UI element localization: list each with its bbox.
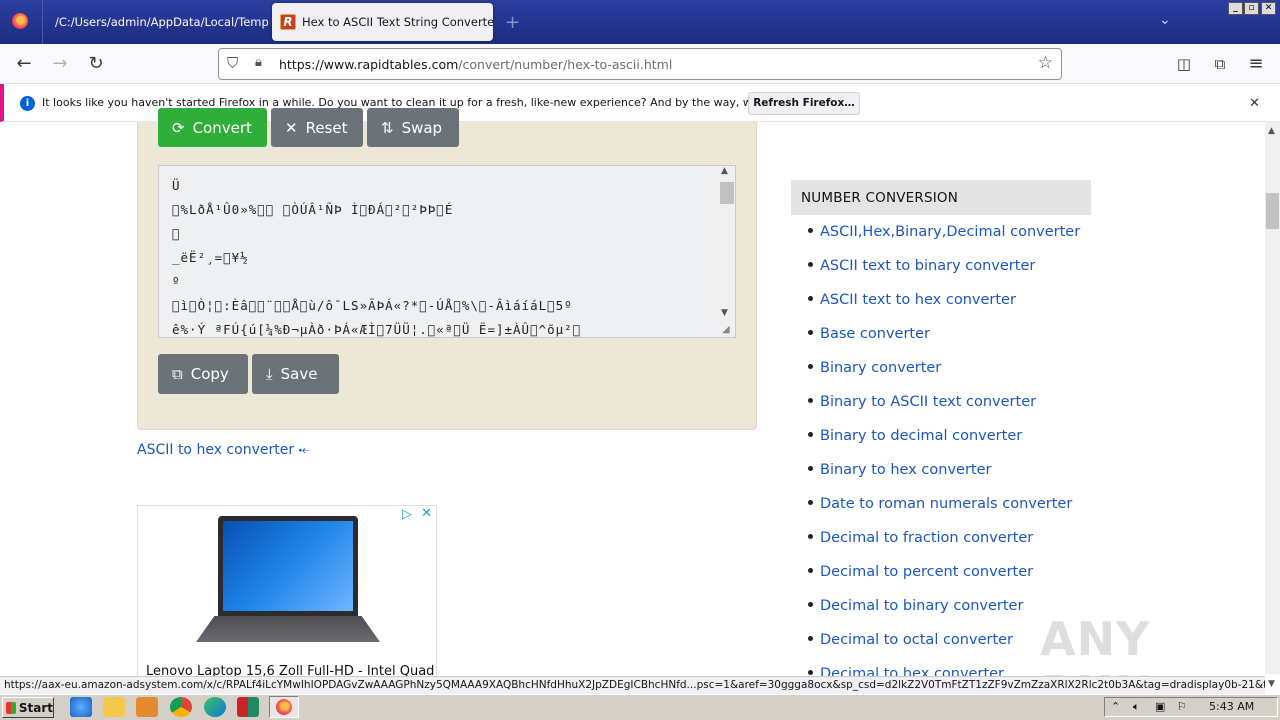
output-line:   [172,226,181,241]
app-menu-icon[interactable]: ≡ [1244,52,1268,76]
minimize-button[interactable]: _ [1228,2,1243,15]
page-scroll-up-icon[interactable]: ▲ [1268,126,1275,136]
url-bar[interactable]: ⛉ 🔒︎ https://www.rapidtables.com/convert… [218,48,1062,80]
taskbar [0,694,1280,720]
sidebar-link[interactable]: ASCII text to hex converter [808,292,1016,308]
tab-title: /C:/Users/admin/AppData/Local/Temp/f [55,15,268,29]
winrar-icon[interactable] [237,697,259,717]
sidebar-link[interactable]: Decimal to fraction converter [808,530,1033,546]
tab-hex-to-ascii[interactable]: R Hex to ASCII Text String Converte ✕ [272,3,493,41]
save-button[interactable]: ⤓ Save [252,354,339,394]
volume-icon[interactable]: 🔈︎ [1133,698,1140,716]
close-ad-icon[interactable]: ✕ [421,506,432,521]
close-window-button[interactable]: ✕ [1261,2,1276,15]
sidebar-link[interactable]: ASCII text to binary converter [808,258,1035,274]
flag-icon[interactable]: ⚐ [1177,698,1187,716]
clock: 5:43 AM [1209,700,1255,713]
copy-icon: ⧉ [172,365,183,383]
output-line: _ëË²¸= ¥½ [172,250,249,265]
output-line: º [172,274,181,289]
maximize-button[interactable]: ▫ [1244,2,1259,15]
system-tray: ⌃ 🔈︎ ▣ ⚐ 5:43 AM [1104,697,1278,717]
folder-icon[interactable] [103,697,125,717]
reload-icon[interactable]: ↻ [84,52,108,76]
forward-icon[interactable]: → [48,52,72,76]
notif-overlap [0,84,1280,122]
sidebar-link[interactable]: Decimal to percent converter [808,564,1033,580]
edge-icon[interactable] [204,697,226,717]
ascii-output-textarea[interactable]: Ü  %LðÅ¹Û0»%    ÒÚÂ¹ÑÞ Ì ÐÁ ² ²ÞÞ É   _ë… [158,165,736,338]
firefox-menu-icon[interactable] [12,13,28,29]
taskbar-firefox-button[interactable] [269,696,299,718]
output-line: Ü [172,178,181,193]
media-player-icon[interactable] [136,697,158,717]
chrome-icon[interactable] [170,697,192,717]
start-button[interactable]: Start [2,697,54,718]
bookmark-star-icon[interactable]: ☆ [1038,53,1053,73]
sidebar-link[interactable]: Binary to decimal converter [808,428,1022,444]
download-icon: ⤓ [266,365,273,383]
sidebar-link[interactable]: Binary to ASCII text converter [808,394,1036,410]
scroll-down-icon[interactable]: ▼ [721,308,728,318]
sidebar-link[interactable]: ASCII,Hex,Binary,Decimal converter [808,224,1080,240]
output-line: ê%·Ý ªFÚ{ú[¼%Ð¬µÀð·ÞÁ«ÆÌ 7ÜÜ¦. «ª Ü Ë=]±… [172,322,582,337]
sidebar-link[interactable]: Decimal to hex converter [808,666,1004,676]
sidebar-link[interactable]: Date to roman numerals converter [808,496,1072,512]
firefox-icon [276,699,292,715]
tab-local-file[interactable]: /C:/Users/admin/AppData/Local/Temp/f ✕ [42,0,268,44]
adchoices-icon[interactable]: ▷ [402,507,412,522]
tracking-shield-icon[interactable]: ⛉ [227,54,238,72]
sidebar-link[interactable]: Decimal to octal converter [808,632,1013,648]
status-url: https://aax-eu.amazon-adsystem.com/x/c/R… [0,676,1265,694]
sidebar-link[interactable]: Binary converter [808,360,941,376]
page-scroll-thumb[interactable] [1266,193,1279,229]
network-icon[interactable]: ▣ [1155,698,1165,716]
ascii-to-hex-link[interactable]: ASCII to hex converter ⤝ [137,442,310,458]
url-text[interactable]: https://www.rapidtables.com/convert/numb… [279,57,672,72]
ie-icon[interactable] [70,697,92,717]
sidebar-link[interactable]: Binary to hex converter [808,462,991,478]
resize-grip-icon[interactable]: ◢ [722,324,730,335]
back-icon[interactable]: ← [12,52,36,76]
windows-logo-icon [6,701,16,714]
advertisement[interactable]: ▷ ✕ Lenovo Laptop 15,6 Zoll Full-HD - In… [137,505,437,680]
rapidtables-favicon-icon: R [280,14,296,30]
pocket-icon[interactable]: ◫ [1172,52,1196,76]
extensions-icon[interactable]: ⧉ [1208,52,1232,76]
sidebar-heading: NUMBER CONVERSION [791,180,1091,215]
page-scroll-down-icon[interactable]: ▼ [1268,679,1275,689]
sidebar-link[interactable]: Decimal to binary converter [808,598,1023,614]
lock-icon[interactable]: 🔒︎ [255,55,262,70]
tray-expand-icon[interactable]: ⌃ [1111,698,1120,716]
output-line:  ì Ò¦ :Èâ  ¨  Å ù/ô¯LS»ÃÞÁ«?* -ÚÅ %\ -Âì… [172,298,573,313]
laptop-base-image [196,616,380,642]
output-line:  %LðÅ¹Û0»%    ÒÚÂ¹ÑÞ Ì ÐÁ ² ²ÞÞ É [172,202,454,217]
new-tab-button[interactable]: + [505,12,520,33]
sidebar-link[interactable]: Base converter [808,326,930,342]
laptop-image [218,516,358,616]
scroll-up-icon[interactable]: ▲ [721,166,728,176]
textarea-scroll-thumb[interactable] [720,182,734,204]
list-tabs-icon[interactable]: ⌄ [1159,12,1171,28]
copy-button[interactable]: ⧉ Copy [158,354,248,394]
tab-title: Hex to ASCII Text String Converte [302,15,493,29]
